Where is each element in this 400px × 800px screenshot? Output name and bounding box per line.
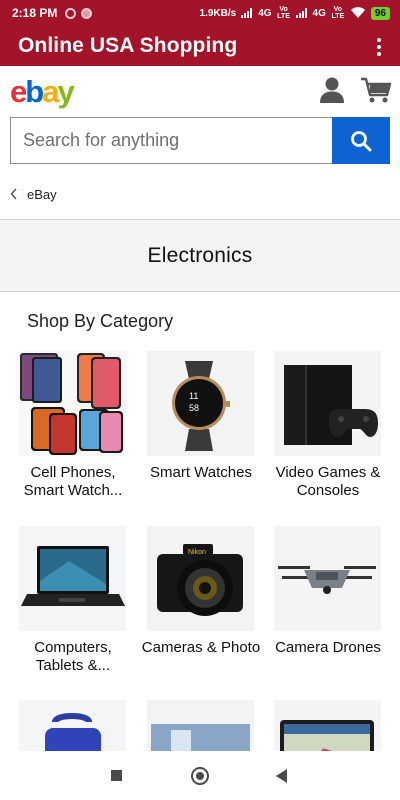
volte-label: Vo LTE	[331, 6, 345, 20]
page-title: Electronics	[147, 243, 253, 267]
screen: 2:18 PM 1.9KB/s 4G Vo LTE 4G Vo LTE 96 O…	[0, 0, 400, 800]
recents-icon[interactable]	[111, 770, 122, 781]
overflow-menu-icon[interactable]	[372, 36, 386, 58]
category-tile[interactable]: Camera Drones	[274, 526, 384, 657]
laptop-image	[19, 526, 126, 631]
game-console-image	[274, 351, 381, 456]
home-icon[interactable]	[191, 767, 209, 785]
svg-text:58: 58	[189, 403, 199, 413]
breadcrumb-label: eBay	[27, 186, 57, 202]
signal-icon	[241, 8, 253, 18]
network-type: 4G	[312, 7, 326, 19]
camera-image: Nikon	[147, 526, 254, 631]
app-bar: Online USA Shopping	[0, 26, 400, 66]
svg-text:Nikon: Nikon	[188, 549, 206, 556]
search-input[interactable]	[10, 117, 332, 164]
smart-watch-image: 11 58	[147, 351, 254, 456]
category-label: Cameras & Photo	[141, 639, 261, 656]
search-bar	[10, 117, 390, 164]
category-header: Electronics	[0, 220, 400, 291]
notification-icon	[65, 7, 77, 19]
category-label: Video Games & Consoles	[275, 464, 381, 499]
cell-phones-image	[19, 351, 126, 456]
section-title: Shop By Category	[27, 311, 174, 331]
category-tile[interactable]: Video Games & Consoles	[274, 351, 384, 500]
category-label: Camera Drones	[275, 639, 381, 656]
chevron-left-icon	[10, 188, 17, 200]
search-button[interactable]	[332, 117, 390, 164]
cart-icon[interactable]	[360, 76, 392, 104]
status-bar: 2:18 PM 1.9KB/s 4G Vo LTE 4G Vo LTE 96	[0, 0, 400, 26]
back-icon[interactable]	[276, 769, 287, 783]
divider	[0, 291, 400, 292]
signal-icon	[295, 8, 307, 18]
status-time: 2:18 PM	[12, 6, 58, 20]
category-tile[interactable]: Nikon Cameras & Photo	[142, 526, 260, 657]
category-tile[interactable]: 11 58 Smart Watches	[147, 351, 257, 482]
battery-indicator: 96	[370, 6, 390, 20]
drone-image	[274, 526, 381, 631]
category-label: Cell Phones, Smart Watch...	[23, 464, 123, 499]
status-indicators: 1.9KB/s 4G Vo LTE 4G Vo LTE 96	[199, 6, 390, 20]
app-title: Online USA Shopping	[18, 34, 238, 57]
category-tile[interactable]: Cell Phones, Smart Watch...	[19, 351, 129, 500]
site-header: ebay	[0, 66, 400, 116]
search-icon	[351, 130, 372, 151]
network-type: 4G	[258, 7, 272, 19]
wifi-icon	[350, 7, 365, 19]
ebay-logo[interactable]: ebay	[10, 74, 75, 110]
user-icon[interactable]	[318, 76, 346, 104]
volte-label: Vo LTE	[277, 6, 290, 20]
system-nav-bar	[0, 751, 400, 800]
network-speed: 1.9KB/s	[199, 7, 237, 19]
svg-text:11: 11	[189, 391, 198, 401]
breadcrumb[interactable]: eBay	[10, 184, 57, 204]
notification-icon	[81, 7, 93, 19]
category-label: Smart Watches	[150, 464, 252, 481]
category-tile[interactable]: Computers, Tablets &...	[19, 526, 129, 675]
category-label: Computers, Tablets &...	[34, 639, 112, 674]
